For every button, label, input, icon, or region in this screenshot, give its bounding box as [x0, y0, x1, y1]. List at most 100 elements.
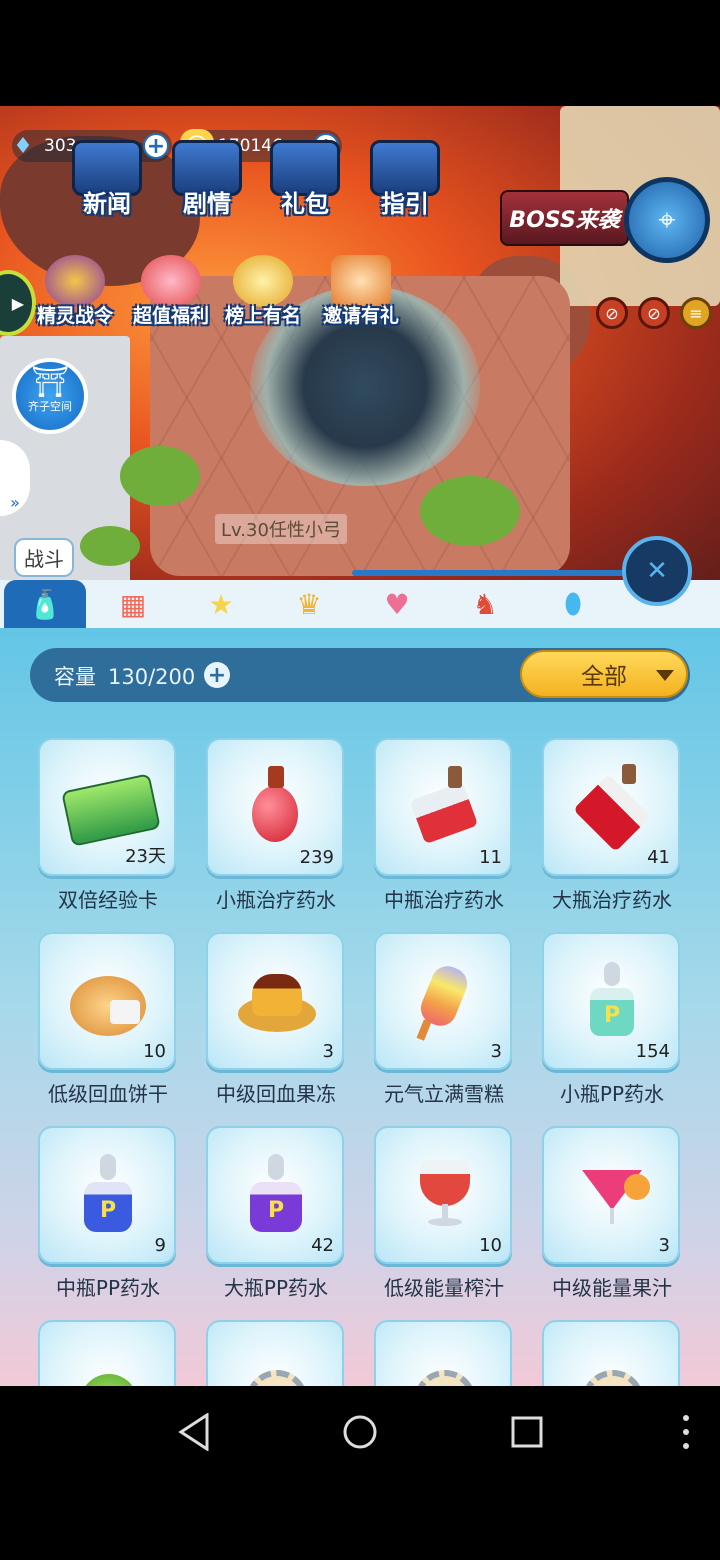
- item-count: 42: [311, 1235, 334, 1256]
- tab-dress[interactable]: ♥: [356, 580, 438, 628]
- item-card[interactable]: [542, 1320, 680, 1386]
- item-name: 中瓶PP药水: [55, 1276, 161, 1300]
- tab-egg[interactable]: ⬮: [532, 580, 614, 628]
- mute-music-icon[interactable]: ⊘: [596, 297, 628, 329]
- item-slot[interactable]: [206, 1320, 346, 1386]
- leaderboard-button[interactable]: 榜上有名: [218, 255, 308, 328]
- item-slot[interactable]: [374, 1320, 514, 1386]
- item-name: 低级能量榨汁: [384, 1276, 504, 1300]
- item-card[interactable]: 239: [206, 738, 344, 876]
- menu-icon[interactable]: ≡: [680, 297, 712, 329]
- trophy-icon: [233, 255, 293, 307]
- item-slot[interactable]: 3 中级回血果冻: [206, 932, 346, 1126]
- item-name: 中级回血果冻: [216, 1082, 336, 1106]
- story-button[interactable]: 剧情: [162, 140, 252, 219]
- tab-potions[interactable]: 🧴: [4, 580, 86, 628]
- juice-glass-icon: [410, 1150, 480, 1230]
- item-slot[interactable]: 239 小瓶治疗药水: [206, 738, 346, 932]
- item-count: 3: [490, 1041, 502, 1062]
- item-slot[interactable]: 41 大瓶治疗药水: [542, 738, 682, 932]
- item-count: 10: [143, 1041, 166, 1062]
- battle-pass-button[interactable]: 精灵战令: [30, 255, 120, 328]
- item-card[interactable]: [374, 1320, 512, 1386]
- item-count: 3: [322, 1041, 334, 1062]
- item-slot[interactable]: 23天双倍经验卡: [38, 738, 178, 932]
- filter-value: 全部: [581, 664, 627, 690]
- welfare-gift-icon: [141, 255, 201, 307]
- close-bag-button[interactable]: ✕: [622, 536, 692, 606]
- item-card[interactable]: 41: [542, 738, 680, 876]
- item-name: 中瓶治疗药水: [384, 888, 504, 912]
- item-card[interactable]: P9: [38, 1126, 176, 1264]
- item-slot[interactable]: P 154 小瓶PP药水: [542, 932, 682, 1126]
- gear-item-icon: [410, 1344, 480, 1386]
- item-name: 大瓶PP药水: [223, 1276, 329, 1300]
- expand-capacity-button[interactable]: +: [204, 662, 230, 688]
- biscuit-icon: [70, 956, 146, 1036]
- bag-tabs: 🧴 ▦ ★ ♛ ♥ ♞ ⬮: [0, 580, 720, 628]
- item-slot[interactable]: [542, 1320, 682, 1386]
- large-pp-potion-icon: P: [242, 1150, 312, 1232]
- home-circle-icon: [343, 1415, 377, 1449]
- item-count: 154: [635, 1041, 670, 1062]
- space-button[interactable]: ⛩ 齐子空间: [12, 358, 88, 434]
- item-slot[interactable]: P 9 中瓶PP药水: [38, 1126, 178, 1320]
- tab-crown-badge[interactable]: ♛: [268, 580, 350, 628]
- item-slot[interactable]: 11 中瓶治疗药水: [374, 738, 514, 932]
- map-button[interactable]: ⌖: [624, 177, 710, 263]
- filter-dropdown[interactable]: 全部: [520, 650, 688, 698]
- tab-star-wand[interactable]: ★: [180, 580, 262, 628]
- invite-button[interactable]: 邀请有礼: [316, 255, 406, 328]
- item-slot[interactable]: 3 元气立满雪糕: [374, 932, 514, 1126]
- item-count: 10: [479, 1235, 502, 1256]
- recents-square-icon: [511, 1416, 543, 1448]
- back-button[interactable]: [164, 1402, 224, 1462]
- news-button[interactable]: 新闻: [62, 140, 152, 219]
- more-options-button[interactable]: [656, 1402, 716, 1462]
- tab-blocks[interactable]: ▦: [92, 580, 174, 628]
- cocktail-icon: [578, 1150, 650, 1230]
- item-card[interactable]: P 154: [542, 932, 680, 1070]
- item-card[interactable]: 3: [542, 1126, 680, 1264]
- capacity-label: 容量: [54, 665, 96, 689]
- more-vertical-icon: [683, 1415, 689, 1449]
- recents-button[interactable]: [497, 1402, 557, 1462]
- item-slot[interactable]: 10 低级能量榨汁: [374, 1126, 514, 1320]
- item-slot[interactable]: [38, 1320, 178, 1386]
- fast-forward-icon: »: [10, 493, 20, 512]
- item-name: 低级回血饼干: [48, 1082, 168, 1106]
- mute-sound-icon[interactable]: ⊘: [638, 297, 670, 329]
- pet-hp-bar: [352, 570, 642, 576]
- item-name: 元气立满雪糕: [384, 1082, 504, 1106]
- welfare-button[interactable]: 超值福利: [126, 255, 216, 328]
- battle-label[interactable]: 战斗: [14, 538, 74, 577]
- pudding-icon: [238, 956, 316, 1036]
- item-card[interactable]: 11: [374, 738, 512, 876]
- battle-pass-icon: [45, 255, 105, 307]
- guide-button[interactable]: 指引: [360, 140, 450, 219]
- item-card[interactable]: P 42: [206, 1126, 344, 1264]
- bag-panel: 容量 130/200 + 全部 23天 双倍经验卡 239 小瓶治疗药水 11 中瓶治疗药水…: [0, 628, 720, 1386]
- boss-banner[interactable]: BOSS来袭: [500, 190, 629, 246]
- home-button[interactable]: [330, 1402, 390, 1462]
- play-icon: ▶: [11, 293, 24, 313]
- tab-rocking-horse[interactable]: ♞: [444, 580, 526, 628]
- item-card[interactable]: 3: [374, 932, 512, 1070]
- item-card[interactable]: [38, 1320, 176, 1386]
- item-card[interactable]: 10: [38, 932, 176, 1070]
- item-card[interactable]: 23天: [38, 738, 176, 876]
- medium-heal-potion-icon: [409, 762, 480, 845]
- space-icon: ⛩: [30, 365, 70, 400]
- capacity-value: 130/200: [108, 665, 196, 689]
- item-card[interactable]: 3: [206, 932, 344, 1070]
- item-slot[interactable]: P 42 大瓶PP药水: [206, 1126, 346, 1320]
- pet-name-label: Lv.30任性小弓: [215, 514, 347, 544]
- chevron-down-icon: [656, 670, 674, 681]
- item-card[interactable]: [206, 1320, 344, 1386]
- item-slot[interactable]: 3 中级能量果汁: [542, 1126, 682, 1320]
- gift-pack-button[interactable]: 礼包: [260, 140, 350, 219]
- item-name: 双倍经验卡: [58, 888, 158, 912]
- item-card[interactable]: 10: [374, 1126, 512, 1264]
- item-slot[interactable]: 10 低级回血饼干: [38, 932, 178, 1126]
- item-name: 中级能量果汁: [552, 1276, 672, 1300]
